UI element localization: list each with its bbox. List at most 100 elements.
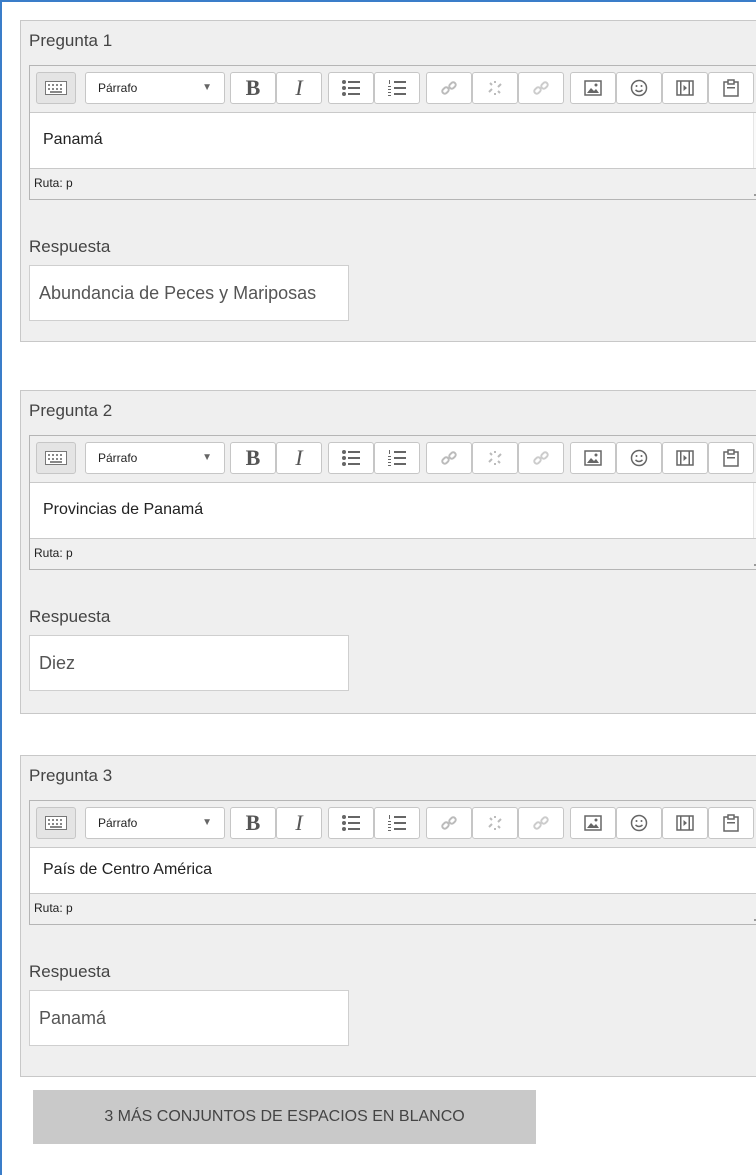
answer-input[interactable]: Panamá — [29, 990, 349, 1046]
answer-label: Respuesta — [29, 962, 111, 981]
link-button[interactable] — [426, 72, 472, 104]
format-dropdown[interactable]: Párrafo ▼ — [85, 72, 225, 104]
question-editor: Párrafo ▼ B I — [29, 65, 756, 200]
smiley-icon — [630, 79, 648, 97]
numbered-list-button[interactable] — [374, 807, 420, 839]
keyboard-icon — [45, 451, 67, 465]
link-disabled-icon — [533, 451, 549, 465]
format-dropdown[interactable]: Párrafo ▼ — [85, 807, 225, 839]
clipboard-icon — [723, 79, 739, 97]
bullet-list-icon — [342, 815, 360, 831]
paste-button[interactable] — [708, 807, 754, 839]
format-dropdown[interactable]: Párrafo ▼ — [85, 442, 225, 474]
numbered-list-button[interactable] — [374, 72, 420, 104]
numbered-list-button[interactable] — [374, 442, 420, 474]
italic-button[interactable]: I — [276, 807, 322, 839]
image-icon — [584, 80, 602, 96]
film-icon — [676, 80, 694, 96]
editor-statusbar: Ruta: p — [30, 169, 756, 199]
link-icon — [441, 81, 457, 95]
anchor-button[interactable] — [518, 442, 564, 474]
insert-emoticon-button[interactable] — [616, 72, 662, 104]
insert-media-button[interactable] — [662, 442, 708, 474]
answer-input[interactable]: Diez — [29, 635, 349, 691]
question-editor: Párrafo ▼ B I — [29, 800, 756, 925]
insert-image-button[interactable] — [570, 807, 616, 839]
question-label: Pregunta 3 — [29, 766, 113, 785]
format-dropdown-label: Párrafo — [98, 451, 138, 465]
bullet-list-icon — [342, 80, 360, 96]
unlink-button[interactable] — [472, 442, 518, 474]
format-dropdown-label: Párrafo — [98, 816, 138, 830]
question-label: Pregunta 1 — [29, 31, 113, 50]
link-button[interactable] — [426, 442, 472, 474]
chevron-down-icon: ▼ — [202, 452, 212, 463]
format-dropdown-label: Párrafo — [98, 81, 138, 95]
answer-input-value: Diez — [39, 653, 76, 673]
answer-label: Respuesta — [29, 237, 111, 256]
film-icon — [676, 815, 694, 831]
bullet-list-button[interactable] — [328, 72, 374, 104]
editor-content-text: País de Centro América — [43, 861, 212, 878]
element-path: Ruta: p — [34, 546, 73, 560]
toolbar-toggle-button[interactable] — [36, 442, 76, 474]
italic-button[interactable]: I — [276, 72, 322, 104]
unlink-icon — [488, 451, 502, 465]
editor-toolbar: Párrafo ▼ B I — [30, 801, 756, 848]
editor-statusbar: Ruta: p — [30, 894, 756, 924]
keyboard-icon — [45, 816, 67, 830]
smiley-icon — [630, 814, 648, 832]
answer-input-value: Panamá — [39, 1008, 107, 1028]
insert-image-button[interactable] — [570, 442, 616, 474]
chevron-down-icon: ▼ — [202, 82, 212, 93]
image-icon — [584, 450, 602, 466]
element-path: Ruta: p — [34, 901, 73, 915]
numbered-list-icon — [388, 815, 406, 831]
link-button[interactable] — [426, 807, 472, 839]
editor-content-text: Panamá — [43, 131, 103, 148]
question-block-1: Pregunta 1 Párrafo ▼ B I Panamá Ruta: p … — [20, 20, 756, 342]
anchor-button[interactable] — [518, 807, 564, 839]
question-block-3: Pregunta 3 Párrafo ▼ B I País de Centro … — [20, 755, 756, 1077]
toolbar-toggle-button[interactable] — [36, 807, 76, 839]
numbered-list-icon — [388, 80, 406, 96]
toolbar-toggle-button[interactable] — [36, 72, 76, 104]
anchor-button[interactable] — [518, 72, 564, 104]
unlink-icon — [488, 81, 502, 95]
editor-content-area[interactable]: Provincias de Panamá — [30, 483, 756, 539]
insert-emoticon-button[interactable] — [616, 807, 662, 839]
numbered-list-icon — [388, 450, 406, 466]
bullet-list-button[interactable] — [328, 807, 374, 839]
answer-input-value: Abundancia de Peces y Mariposas — [39, 283, 317, 303]
editor-statusbar: Ruta: p — [30, 539, 756, 569]
smiley-icon — [630, 449, 648, 467]
insert-media-button[interactable] — [662, 72, 708, 104]
editor-content-text: Provincias de Panamá — [43, 501, 204, 518]
chevron-down-icon: ▼ — [202, 817, 212, 828]
bold-button[interactable]: B — [230, 807, 276, 839]
insert-image-button[interactable] — [570, 72, 616, 104]
film-icon — [676, 450, 694, 466]
element-path: Ruta: p — [34, 176, 73, 190]
link-disabled-icon — [533, 81, 549, 95]
bullet-list-button[interactable] — [328, 442, 374, 474]
bold-button[interactable]: B — [230, 72, 276, 104]
unlink-icon — [488, 816, 502, 830]
paste-button[interactable] — [708, 72, 754, 104]
add-more-blanks-button[interactable]: 3 MÁS CONJUNTOS DE ESPACIOS EN BLANCO — [33, 1090, 536, 1144]
editor-content-area[interactable]: País de Centro América — [30, 848, 756, 894]
unlink-button[interactable] — [472, 72, 518, 104]
unlink-button[interactable] — [472, 807, 518, 839]
insert-media-button[interactable] — [662, 807, 708, 839]
paste-button[interactable] — [708, 442, 754, 474]
editor-toolbar: Párrafo ▼ B I — [30, 436, 756, 483]
italic-button[interactable]: I — [276, 442, 322, 474]
insert-emoticon-button[interactable] — [616, 442, 662, 474]
bold-button[interactable]: B — [230, 442, 276, 474]
answer-input[interactable]: Abundancia de Peces y Mariposas — [29, 265, 349, 321]
editor-toolbar: Párrafo ▼ B I — [30, 66, 756, 113]
clipboard-icon — [723, 449, 739, 467]
image-icon — [584, 815, 602, 831]
editor-content-area[interactable]: Panamá — [30, 113, 756, 169]
link-icon — [441, 816, 457, 830]
